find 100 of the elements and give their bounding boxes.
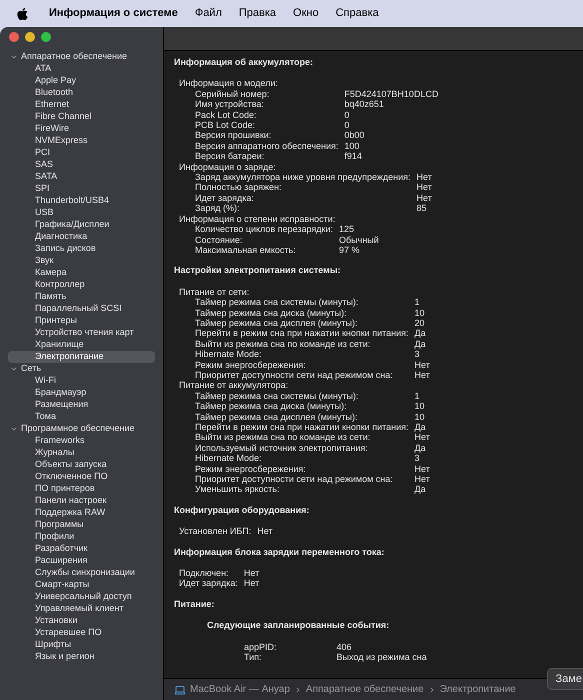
sidebar-item[interactable]: Смарт-карты	[8, 579, 155, 591]
sidebar-item[interactable]: Графика/Дисплеи	[8, 219, 155, 231]
sidebar-item[interactable]: Разработчик	[8, 543, 155, 555]
sidebar-item[interactable]: Ethernet	[8, 99, 155, 111]
sidebar-item[interactable]: Журналы	[8, 447, 155, 459]
field-label: Версия батареи:	[195, 151, 266, 162]
sidebar-item[interactable]: Wi-Fi	[8, 375, 155, 387]
field-label: Количество циклов перезарядки:	[195, 224, 334, 234]
zoom-button[interactable]	[41, 32, 51, 42]
sidebar-item[interactable]: Контроллер	[8, 279, 155, 291]
sidebar-item[interactable]: Язык и регион	[8, 651, 155, 663]
breadcrumb-item[interactable]: Электропитание	[440, 682, 516, 697]
field-label: Заряд аккумулятора ниже уровня предупреждения:	[195, 172, 411, 182]
group-heading: Информация о заряде:	[179, 162, 277, 172]
field-label: Таймер режима сна дисплея (минуты):	[195, 412, 359, 422]
field-label: Заряд (%):	[195, 203, 240, 214]
sidebar-item[interactable]: Объекты запуска	[8, 459, 155, 471]
sidebar-item[interactable]: FireWire	[8, 123, 155, 135]
field-value: Обычный	[339, 234, 379, 245]
group-heading: Информация о степени исправности:	[179, 214, 336, 224]
sidebar-item[interactable]: Расширения	[8, 555, 155, 567]
field-value: Нет	[416, 172, 432, 182]
field-label: Идет зарядка:	[195, 192, 255, 204]
field-label: Перейти в режим сна при нажатии кнопки питания:	[195, 422, 409, 432]
sidebar-item[interactable]: SATA	[8, 171, 155, 183]
app-name[interactable]: Информация о системе	[49, 5, 178, 22]
field-label: Состояние:	[195, 234, 244, 245]
sidebar-item[interactable]: Отключенное ПО	[8, 471, 155, 483]
field-label: Приоритет доступности сети над режимом сна:	[195, 474, 394, 484]
field-label: Тип:	[244, 652, 263, 662]
breadcrumb-item[interactable]: MacBook Air — Ануар	[190, 682, 290, 697]
sidebar-item[interactable]: Камера	[8, 267, 155, 279]
apple-icon[interactable]	[16, 6, 29, 20]
field-label: Таймер режима сна дисплея (минуты):	[195, 318, 359, 328]
field-value: 85	[416, 203, 428, 214]
field-label: Идет зарядка:	[179, 578, 238, 589]
field-label: Подключен:	[179, 568, 230, 578]
menu-item[interactable]: Файл	[194, 5, 222, 22]
minimize-button[interactable]	[25, 32, 35, 42]
group-heading: Информация о модели:	[179, 78, 279, 89]
sidebar-item[interactable]: ПО принтеров	[8, 483, 155, 495]
sidebar-item[interactable]: Frameworks	[8, 435, 155, 447]
field-value: Выход из режима сна	[336, 652, 427, 662]
field-label: Имя устройства:	[195, 99, 265, 110]
overlay-button[interactable]: Заме	[546, 668, 583, 690]
field-value: 125	[339, 224, 356, 234]
sidebar-item[interactable]: Панели настроек	[8, 495, 155, 507]
sidebar-item[interactable]: Звук	[8, 255, 155, 267]
sidebar-item[interactable]: USB	[8, 207, 155, 219]
sidebar-item[interactable]: Универсальный доступ	[8, 591, 155, 603]
subsection-title: Следующие запланированные события:	[207, 620, 390, 631]
sidebar-item[interactable]: Устаревшее ПО	[8, 627, 155, 639]
menu-item[interactable]: Справка	[336, 5, 379, 22]
group-heading: Питание от сети:	[179, 286, 250, 298]
field-value: Нет	[414, 360, 430, 370]
sidebar-item[interactable]: Поддержка RAW	[8, 507, 155, 519]
sidebar-group[interactable]: Программное обеспечение	[0, 423, 163, 435]
field-value: 3	[414, 349, 421, 360]
sidebar-item[interactable]: Устройство чтения карт	[8, 327, 155, 339]
menu-item[interactable]: Окно	[293, 5, 319, 22]
sidebar-item[interactable]: PCI	[8, 147, 155, 159]
field-value: Нет	[244, 578, 260, 589]
sidebar-item[interactable]: Управляемый клиент	[8, 603, 155, 615]
field-label: Уменьшить яркость:	[195, 484, 280, 495]
sidebar-item[interactable]: Установки	[8, 615, 155, 627]
field-value: 10	[414, 308, 426, 318]
field-label: Полностью заряжен:	[195, 182, 282, 193]
menu-item[interactable]: Правка	[238, 5, 276, 22]
sidebar-item[interactable]: Apple Pay	[8, 75, 155, 87]
sidebar-item[interactable]: NVMExpress	[8, 135, 155, 147]
sidebar-item[interactable]: Шрифты	[8, 639, 155, 651]
close-button[interactable]	[9, 32, 19, 42]
sidebar-group[interactable]: Аппаратное обеспечение	[0, 51, 163, 63]
sidebar-item[interactable]: Запись дисков	[8, 243, 155, 255]
sidebar-item[interactable]: Программы	[8, 519, 155, 531]
sidebar-item[interactable]: Bluetooth	[8, 87, 155, 99]
sidebar-item[interactable]: Хранилище	[8, 339, 155, 351]
sidebar-item[interactable]: Fibre Channel	[8, 111, 155, 123]
field-value: Да	[414, 328, 427, 339]
field-value: Да	[414, 484, 427, 495]
sidebar-item[interactable]: Профили	[8, 531, 155, 543]
sidebar-item[interactable]: Принтеры	[8, 315, 155, 327]
field-label: Режим энергосбережения:	[195, 464, 307, 474]
field-value: 1	[414, 390, 421, 402]
sidebar-item[interactable]: Параллельный SCSI	[8, 303, 155, 315]
sidebar-item[interactable]: Thunderbolt/USB4	[8, 195, 155, 207]
sidebar-item[interactable]: Брандмауэр	[8, 387, 155, 399]
sidebar-item[interactable]: Тома	[8, 411, 155, 423]
sidebar-item[interactable]: Диагностика	[8, 231, 155, 243]
sidebar-item[interactable]: Электропитание	[8, 351, 155, 363]
sidebar-item[interactable]: Размещения	[8, 399, 155, 411]
field-label: appPID:	[244, 642, 277, 652]
breadcrumb-item[interactable]: Аппаратное обеспечение	[306, 682, 424, 697]
sidebar-item[interactable]: Службы синхронизации	[8, 567, 155, 579]
sidebar-item[interactable]: Память	[8, 291, 155, 303]
sidebar-group[interactable]: Сеть	[0, 363, 163, 375]
field-label: Режим энергосбережения:	[195, 360, 307, 370]
sidebar-item[interactable]: ATA	[8, 63, 155, 75]
sidebar-item[interactable]: SAS	[8, 159, 155, 171]
sidebar-item[interactable]: SPI	[8, 183, 155, 195]
